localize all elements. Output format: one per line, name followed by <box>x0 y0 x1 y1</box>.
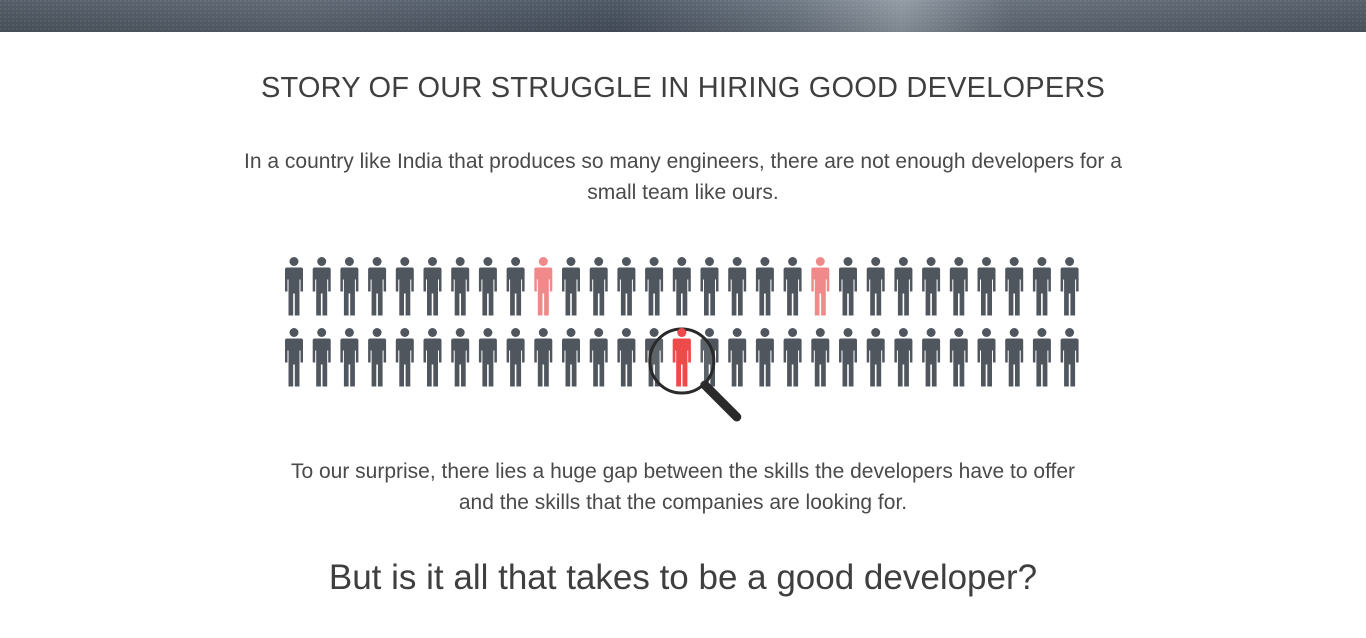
person-icon <box>1032 328 1051 387</box>
person-icon <box>395 328 414 387</box>
skills-gap-paragraph: To our surprise, there lies a huge gap b… <box>0 456 1366 518</box>
person-icon <box>368 328 387 387</box>
person-icon <box>562 328 580 387</box>
person-icon <box>312 257 331 316</box>
person-icon <box>977 328 996 387</box>
person-icon <box>312 328 331 387</box>
person-icon <box>1032 257 1051 316</box>
intro-paragraph: In a country like India that produces so… <box>0 146 1366 208</box>
person-icon <box>1060 328 1079 387</box>
person-icon <box>866 328 885 387</box>
person-icon <box>755 257 774 316</box>
page: STORY OF OUR STRUGGLE IN HIRING GOOD DEV… <box>0 0 1366 638</box>
magnifying-glass-icon <box>648 327 742 422</box>
person-icon <box>451 328 470 387</box>
person-icon <box>783 328 802 387</box>
question-heading: But is it all that takes to be a good de… <box>328 558 1038 597</box>
person-icon <box>506 257 525 316</box>
person-icon <box>783 257 802 316</box>
person-icon <box>977 257 996 316</box>
person-icon <box>423 328 442 387</box>
person-icon <box>368 257 387 316</box>
person-icon <box>285 257 303 316</box>
person-icon <box>478 328 497 387</box>
person-icon <box>589 257 608 316</box>
person-icon <box>395 257 414 316</box>
person-icon <box>340 328 359 387</box>
person-icon <box>922 328 941 387</box>
person-icon <box>922 257 941 316</box>
person-icon <box>728 328 747 387</box>
person-icon <box>340 257 359 316</box>
person-icon <box>728 257 747 316</box>
person-icon <box>894 257 913 316</box>
person-icon <box>1005 257 1024 316</box>
person-icon <box>562 257 580 316</box>
section-title: STORY OF OUR STRUGGLE IN HIRING GOOD DEV… <box>260 72 1106 104</box>
person-icon <box>949 328 968 387</box>
person-icon <box>617 328 636 387</box>
person-icon <box>949 257 968 316</box>
skills-gap-line-2: and the skills that the companies are lo… <box>458 491 908 514</box>
person-icon <box>755 328 774 387</box>
person-icon <box>811 257 830 316</box>
person-icon <box>589 328 608 387</box>
person-icon <box>894 328 913 387</box>
skills-gap-line-1: To our surprise, there lies a huge gap b… <box>290 460 1076 483</box>
person-icon <box>478 257 497 316</box>
intro-line-1: In a country like India that produces so… <box>244 150 1122 173</box>
person-icon <box>839 257 857 316</box>
person-icon <box>1005 328 1024 387</box>
person-icon <box>672 257 691 316</box>
intro-line-2: small team like ours. <box>587 181 779 204</box>
person-icon <box>506 328 525 387</box>
person-icon <box>423 257 442 316</box>
person-icon <box>534 257 553 316</box>
person-icon <box>1060 257 1079 316</box>
crowd-illustration <box>285 257 1079 422</box>
person-icon <box>645 257 664 316</box>
person-icon <box>839 328 857 387</box>
person-icon <box>866 257 885 316</box>
person-icon <box>617 257 636 316</box>
person-icon <box>811 328 830 387</box>
hero-image-strip <box>0 0 1366 32</box>
person-icon <box>451 257 470 316</box>
person-icon <box>534 328 553 387</box>
person-icon <box>700 257 719 316</box>
person-icon <box>285 328 303 387</box>
